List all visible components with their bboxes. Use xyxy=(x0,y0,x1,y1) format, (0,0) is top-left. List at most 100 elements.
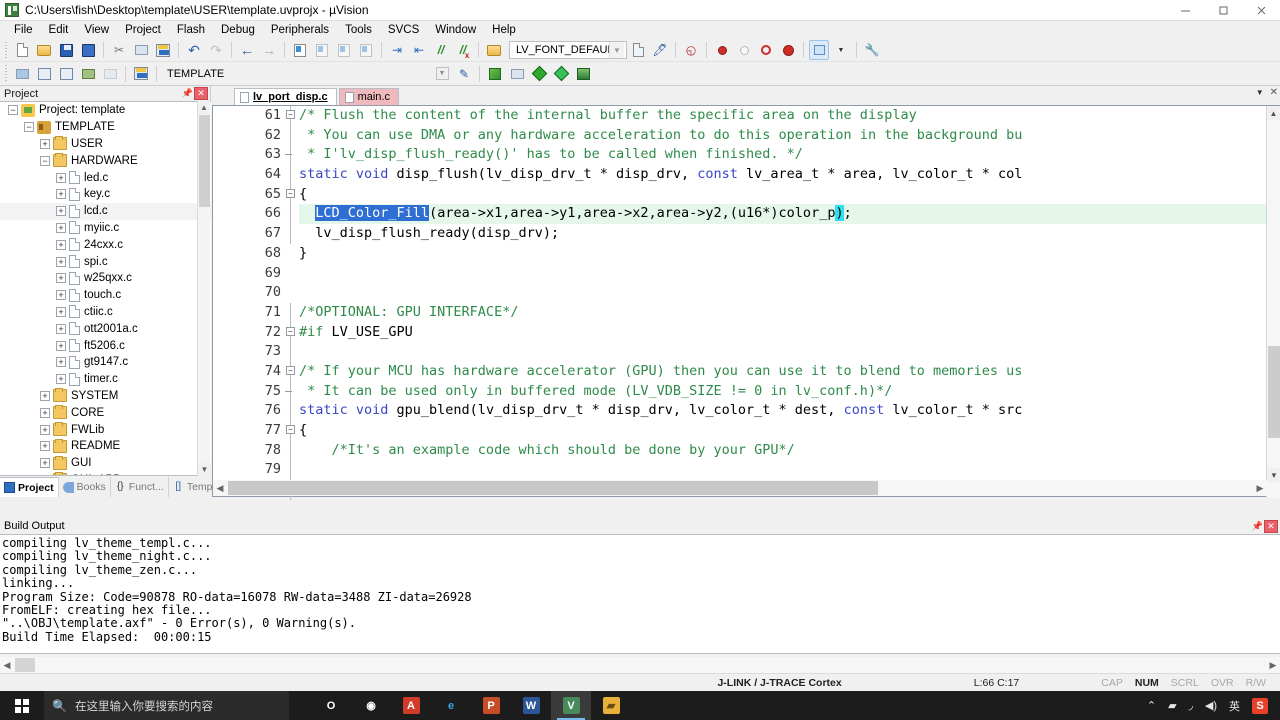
collapse-icon[interactable]: − xyxy=(8,105,18,116)
scrollbar-thumb[interactable] xyxy=(15,658,35,672)
pack-installer-icon[interactable] xyxy=(529,64,549,84)
indent-icon[interactable]: ⇥ xyxy=(387,40,407,60)
tree-item[interactable]: + myiic.c xyxy=(0,220,211,237)
bookmark-toggle-icon[interactable] xyxy=(290,40,310,60)
fold-marker[interactable]: − xyxy=(285,421,299,441)
expand-icon[interactable]: + xyxy=(56,172,66,183)
ime-language-icon[interactable]: 英 xyxy=(1223,698,1246,714)
new-file-icon[interactable] xyxy=(12,40,32,60)
expand-icon[interactable]: + xyxy=(40,390,50,401)
code-line[interactable]: } xyxy=(299,244,1280,264)
tree-item[interactable]: + key.c xyxy=(0,186,211,203)
chevron-down-icon[interactable]: ▼ xyxy=(1256,88,1264,97)
sogou-ime-icon[interactable]: S xyxy=(1246,697,1274,714)
tree-item[interactable]: + CORE xyxy=(0,404,211,421)
configure-icon[interactable]: 🔧 xyxy=(862,40,882,60)
editor-horizontal-scrollbar[interactable]: ◀ ▶ xyxy=(213,480,1267,496)
cut-icon[interactable]: ✂ xyxy=(109,40,129,60)
expand-icon[interactable]: + xyxy=(56,340,66,351)
fold-marker[interactable]: − xyxy=(285,184,299,205)
expand-icon[interactable]: + xyxy=(56,222,66,233)
code-line[interactable] xyxy=(299,264,1280,284)
taskbar-app-explorer[interactable]: ▰ xyxy=(591,691,631,720)
code-line[interactable]: /* Flush the content of the internal buf… xyxy=(299,106,1280,126)
copy-icon[interactable] xyxy=(131,40,151,60)
expand-icon[interactable]: + xyxy=(56,239,66,250)
tree-item[interactable]: +24cxx.c xyxy=(0,236,211,253)
tree-item[interactable]: − HARDWARE xyxy=(0,152,211,169)
tree-item[interactable]: + w25qxx.c xyxy=(0,270,211,287)
navigate-forward-icon[interactable]: → xyxy=(259,40,279,60)
tree-item[interactable]: + led.c xyxy=(0,169,211,186)
panel-tab-project[interactable]: Project xyxy=(0,477,59,497)
tree-item[interactable]: + ctiic.c xyxy=(0,304,211,321)
expand-icon[interactable]: + xyxy=(40,138,50,149)
search-input[interactable]: 🔍 在这里输入你要搜索的内容 xyxy=(44,691,289,720)
scrollbar-thumb[interactable] xyxy=(199,115,210,207)
tree-item[interactable]: + GUI xyxy=(0,455,211,472)
comment-icon[interactable]: // xyxy=(431,40,451,60)
tree-item[interactable]: − TEMPLATE xyxy=(0,119,211,136)
fold-marker[interactable]: − xyxy=(285,106,299,126)
rebuild-icon[interactable] xyxy=(56,64,76,84)
tree-item[interactable]: + ft5206.c xyxy=(0,337,211,354)
tree-item[interactable]: GUI_APP xyxy=(0,472,211,475)
menu-item-edit[interactable]: Edit xyxy=(41,22,77,38)
code-content[interactable]: /* Flush the content of the internal buf… xyxy=(299,106,1280,496)
expand-icon[interactable]: + xyxy=(56,374,66,385)
scroll-up-icon[interactable]: ▲ xyxy=(198,101,210,114)
code-line[interactable]: static void gpu_blend(lv_disp_drv_t * di… xyxy=(299,401,1280,421)
menu-item-view[interactable]: View xyxy=(76,22,117,38)
code-line[interactable]: { xyxy=(299,185,1280,205)
breakpoint-disable-icon[interactable] xyxy=(734,40,754,60)
code-folding-bar[interactable]: − − − − − xyxy=(285,106,299,500)
expand-icon[interactable]: + xyxy=(40,407,50,418)
volume-icon[interactable]: ◀) xyxy=(1199,699,1223,712)
outdent-icon[interactable]: ⇤ xyxy=(409,40,429,60)
build-icon[interactable] xyxy=(34,64,54,84)
scroll-down-icon[interactable]: ▼ xyxy=(1267,468,1280,482)
build-output-text[interactable]: compiling lv_theme_templ.c... compiling l… xyxy=(0,534,1280,654)
code-line[interactable]: lv_disp_flush_ready(disp_drv); xyxy=(299,224,1280,244)
tree-item[interactable]: + ott2001a.c xyxy=(0,320,211,337)
breakpoint-kill-all-icon[interactable] xyxy=(778,40,798,60)
bookmark-prev-icon[interactable] xyxy=(312,40,332,60)
menu-item-tools[interactable]: Tools xyxy=(337,22,380,38)
project-tree[interactable]: − Project: template − TEMPLATE + USER − HARDWAR… xyxy=(0,101,211,476)
bookmark-search-icon[interactable]: ◵ xyxy=(681,40,701,60)
batch-build-icon[interactable] xyxy=(78,64,98,84)
breakpoint-insert-icon[interactable] xyxy=(712,40,732,60)
pin-icon[interactable]: 📌 xyxy=(181,87,194,100)
editor-tab-lv_port_disp-c[interactable]: lv_port_disp.c xyxy=(234,88,337,105)
menu-item-window[interactable]: Window xyxy=(427,22,484,38)
expand-icon[interactable]: + xyxy=(56,256,66,267)
tree-item[interactable]: + FWLib xyxy=(0,421,211,438)
target-combo[interactable]: TEMPLATE xyxy=(161,65,261,83)
editor-vertical-scrollbar[interactable]: ▲ ▼ xyxy=(1266,106,1280,498)
download-icon[interactable] xyxy=(131,64,151,84)
expand-icon[interactable]: + xyxy=(56,206,66,217)
uncomment-icon[interactable]: // xyxy=(453,40,473,60)
taskbar-app-word[interactable]: W xyxy=(511,691,551,720)
wifi-icon[interactable]: ◞ xyxy=(1183,699,1199,712)
packs-icon[interactable] xyxy=(573,64,593,84)
show-hidden-icons-icon[interactable]: ⌃ xyxy=(1141,699,1162,712)
expand-icon[interactable]: + xyxy=(56,323,66,334)
expand-icon[interactable]: + xyxy=(56,290,66,301)
tree-item[interactable]: − Project: template xyxy=(0,102,211,119)
build-output-scrollbar[interactable]: ◀ ▶ xyxy=(0,657,1280,673)
close-button[interactable] xyxy=(1242,0,1280,21)
multi-project-icon[interactable] xyxy=(507,64,527,84)
tree-item[interactable]: + USER xyxy=(0,136,211,153)
menu-item-peripherals[interactable]: Peripherals xyxy=(263,22,337,38)
symbol-combo[interactable]: LV_FONT_DEFAULT ▼ xyxy=(509,41,627,59)
expand-icon[interactable]: + xyxy=(56,357,66,368)
code-line[interactable]: * You can use DMA or any hardware accele… xyxy=(299,126,1280,146)
expand-icon[interactable]: + xyxy=(56,273,66,284)
manage-components-icon[interactable] xyxy=(485,64,505,84)
open-file-icon[interactable] xyxy=(34,40,54,60)
close-icon[interactable]: ✕ xyxy=(194,87,208,100)
paste-icon[interactable] xyxy=(153,40,173,60)
toolbar-grip[interactable] xyxy=(4,41,9,59)
pin-icon[interactable]: 📌 xyxy=(1251,520,1264,533)
